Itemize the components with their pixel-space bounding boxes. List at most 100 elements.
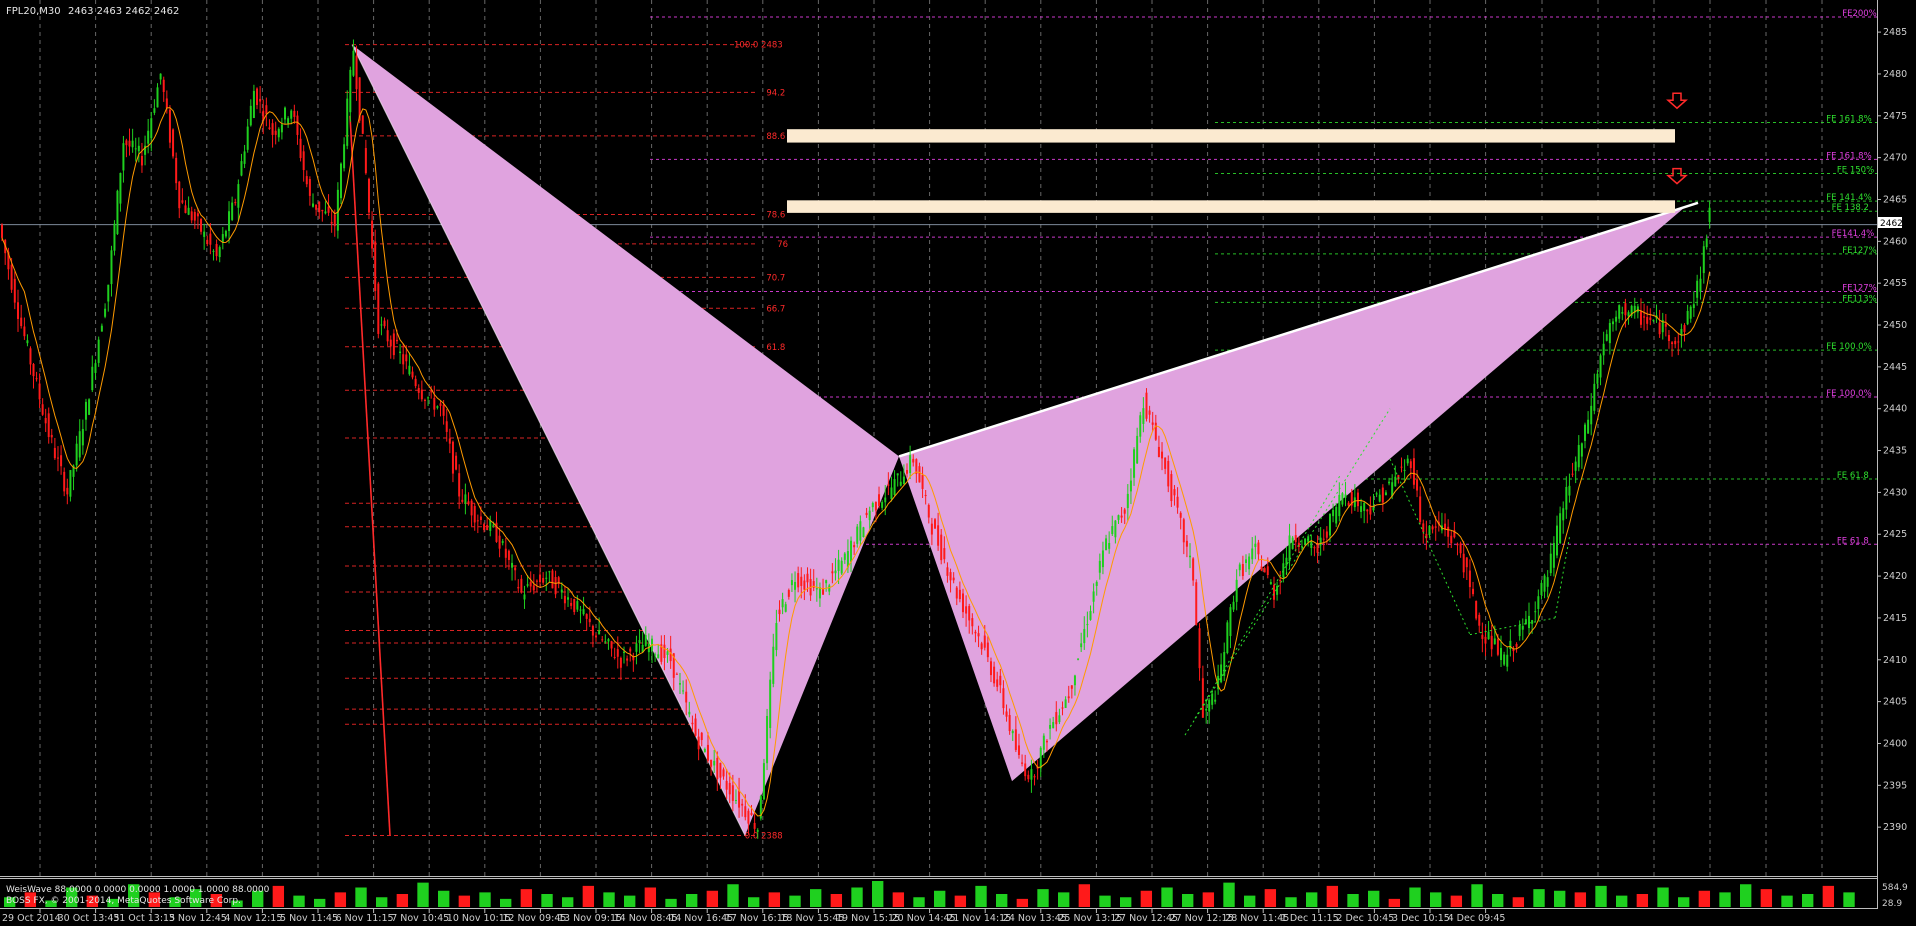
bear-candle (700, 732, 703, 741)
bull-candle (312, 203, 314, 207)
bear-candle (56, 457, 59, 459)
copyright-label: BOSS FX, © 2001-2014, MetaQuotes Softwar… (6, 896, 241, 906)
bear-candle (706, 744, 709, 761)
bear-candle (952, 577, 955, 581)
bear-candle (865, 512, 868, 516)
bull-candle (859, 521, 862, 541)
bear-candle (367, 178, 370, 213)
bear-candle (162, 79, 165, 92)
price-tick-label: 2475 (1883, 111, 1907, 122)
fe-green-label: FE 138.2 (1832, 203, 1869, 213)
bear-candle (1120, 515, 1123, 518)
bear-candle (172, 129, 175, 157)
volume-bar (789, 895, 801, 907)
bull-candle (678, 683, 681, 685)
bear-candle (315, 204, 318, 210)
bull-candle (224, 230, 227, 237)
bear-candle (299, 138, 302, 159)
volume-bar (1326, 885, 1339, 907)
price-tick-label: 2465 (1883, 194, 1907, 205)
volume-bar (954, 895, 967, 907)
bull-candle (100, 325, 103, 332)
bear-candle (458, 473, 461, 497)
bear-candle (1067, 696, 1070, 699)
bear-candle (989, 661, 992, 676)
bear-candle (949, 572, 952, 581)
bear-candle (60, 455, 63, 467)
bull-candle (1126, 493, 1129, 509)
price-tick-label: 2395 (1883, 780, 1907, 791)
bull-candle (1245, 559, 1247, 563)
bear-candle (585, 614, 588, 619)
bull-candle (1565, 486, 1568, 510)
bull-candle (116, 190, 119, 235)
bear-candle (10, 264, 13, 290)
bear-candle (1045, 740, 1048, 743)
volume-bar (1388, 898, 1401, 907)
bull-candle (1238, 564, 1241, 571)
bull-candle (1692, 304, 1695, 309)
bear-candle (946, 567, 949, 576)
fib-level-label: 76 (777, 240, 788, 250)
time-tick-label: 2 Dec 10:45 (1336, 913, 1394, 924)
bull-candle (784, 604, 787, 612)
bear-candle (1658, 322, 1661, 335)
bear-candle (728, 782, 731, 795)
bear-candle (744, 806, 747, 818)
bear-candle (1145, 392, 1148, 419)
price-tick-label: 2435 (1883, 446, 1907, 457)
volume-bar (1120, 897, 1132, 907)
trading-chart[interactable]: 100.0 248394.288.678.67670.766.761.856.4… (0, 0, 1916, 926)
bull-candle (237, 184, 240, 208)
bear-candle (44, 417, 47, 424)
bear-candle (961, 593, 964, 613)
bull-candle (902, 476, 905, 485)
bull-candle (26, 340, 29, 344)
bear-candle (934, 519, 936, 529)
time-tick-label: 3 Dec 10:15 (1392, 913, 1450, 924)
bull-candle (1328, 513, 1331, 536)
bull-candle (1049, 724, 1052, 729)
bear-candle (601, 639, 604, 641)
bear-candle (685, 691, 688, 703)
volume-bar (913, 897, 925, 907)
volume-bar (1802, 894, 1814, 907)
volume-bar (1202, 892, 1215, 907)
bull-candle (1403, 469, 1406, 471)
time-tick-label: 17 Nov 16:15 (725, 913, 789, 924)
bear-candle (940, 534, 943, 561)
volume-bar (892, 892, 905, 907)
bear-candle (1366, 509, 1369, 512)
bear-candle (442, 404, 445, 416)
bear-candle (629, 648, 632, 652)
bull-candle (1487, 631, 1490, 640)
bull-candle (1503, 654, 1506, 665)
bear-candle (1643, 316, 1646, 318)
bull-candle (1011, 730, 1014, 734)
bull-candle (1344, 494, 1347, 498)
bull-candle (1142, 408, 1145, 424)
fib-level-label: 78.6 (766, 211, 785, 221)
volume-bar (1161, 887, 1173, 907)
bear-candle (1490, 635, 1493, 650)
bear-candle (1419, 496, 1422, 522)
time-tick-label: 6 Nov 11:15 (336, 913, 394, 924)
bear-candle (361, 115, 364, 134)
bear-candle (691, 722, 694, 725)
bear-candle (274, 130, 277, 135)
bear-candle (1279, 579, 1282, 582)
bear-candle (1161, 451, 1164, 459)
time-tick-label: 13 Nov 09:15 (558, 913, 622, 924)
bull-candle (1580, 443, 1583, 457)
bear-candle (1409, 461, 1412, 469)
bear-candle (1005, 711, 1008, 717)
volume-bar (293, 895, 305, 907)
bear-candle (1182, 519, 1185, 543)
bull-candle (1073, 675, 1076, 686)
bear-candle (750, 812, 753, 815)
bull-candle (1406, 458, 1409, 464)
bear-candle (539, 574, 542, 583)
bull-candle (1615, 316, 1618, 322)
bear-candle (1431, 526, 1434, 530)
bear-candle (386, 330, 389, 342)
